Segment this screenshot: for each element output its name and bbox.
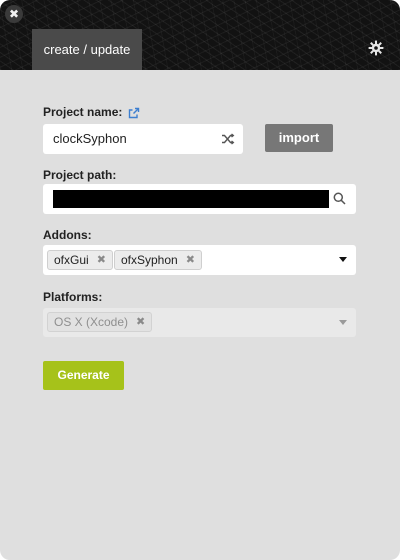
close-icon: ✖	[8, 7, 20, 21]
addon-tag-label: ofxGui	[54, 253, 89, 267]
header-bar: ✖ create / update	[0, 0, 400, 70]
platforms-select: OS X (Xcode) ✖	[43, 308, 356, 337]
project-path-label: Project path:	[43, 168, 117, 182]
addons-select[interactable]: ofxGui ✖ ofxSyphon ✖	[43, 245, 356, 275]
addon-tag: ofxGui ✖	[47, 250, 113, 270]
addon-tag-label: ofxSyphon	[121, 253, 178, 267]
remove-icon: ✖	[136, 316, 146, 328]
project-name-field[interactable]: clockSyphon	[43, 124, 243, 154]
generate-button[interactable]: Generate	[43, 361, 124, 390]
gear-icon	[368, 40, 384, 56]
platforms-label: Platforms:	[43, 290, 103, 304]
external-link-icon[interactable]	[128, 106, 140, 119]
project-name-label-row: Project name:	[43, 105, 140, 119]
shuffle-icon[interactable]	[221, 132, 235, 146]
search-icon[interactable]	[333, 192, 346, 205]
platform-tag: OS X (Xcode) ✖	[47, 312, 153, 332]
chevron-down-icon	[339, 320, 347, 325]
settings-button[interactable]	[368, 40, 384, 56]
project-path-value-redacted	[53, 190, 329, 208]
addons-label: Addons:	[43, 228, 92, 242]
close-button[interactable]: ✖	[5, 5, 23, 23]
tab-create-update[interactable]: create / update	[32, 29, 142, 70]
platform-tag-label: OS X (Xcode)	[54, 315, 129, 329]
tab-label: create / update	[43, 42, 131, 57]
chevron-down-icon[interactable]	[339, 257, 347, 262]
project-name-value[interactable]: clockSyphon	[53, 124, 127, 154]
import-button[interactable]: import	[265, 124, 333, 152]
remove-icon[interactable]: ✖	[97, 251, 106, 269]
project-path-field[interactable]	[43, 184, 356, 214]
project-name-label: Project name:	[43, 105, 123, 119]
remove-icon[interactable]: ✖	[186, 251, 195, 269]
addon-tag: ofxSyphon ✖	[114, 250, 202, 270]
app-window: ✖ create / update Project name: clockSyp…	[0, 0, 400, 560]
